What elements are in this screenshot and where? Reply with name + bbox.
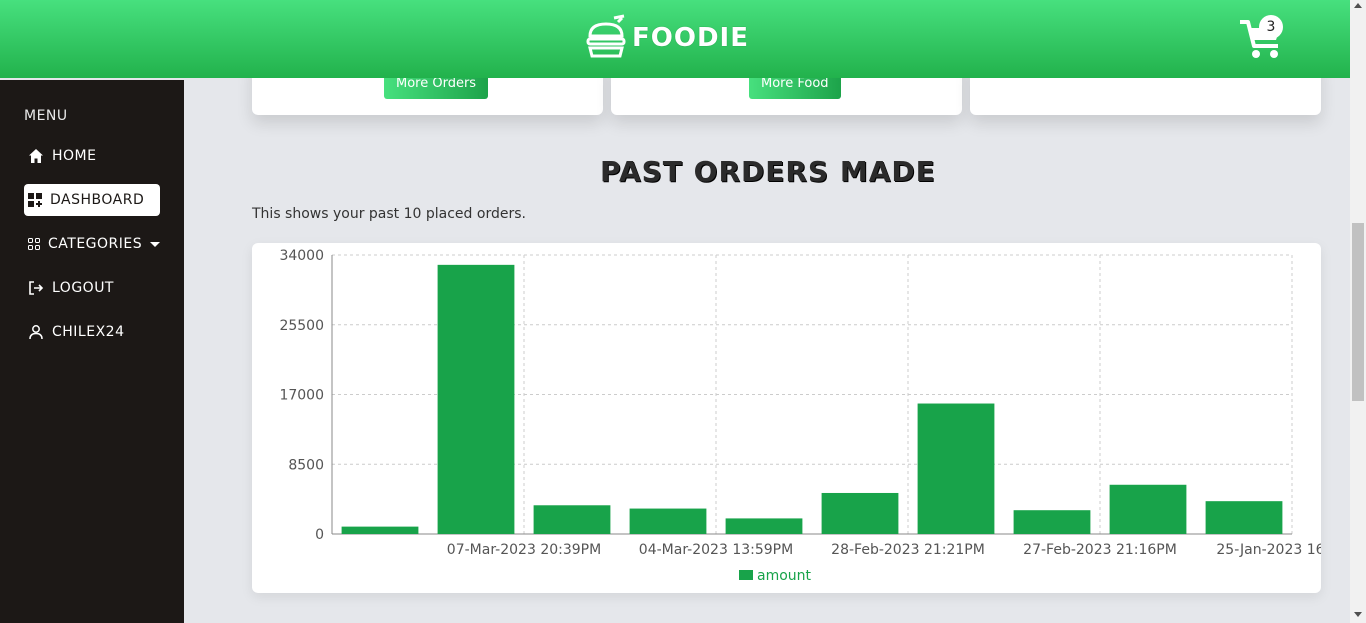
sidebar: MENU HOME DASHBOARD CATEGORIES LOGOUT CH… (0, 80, 184, 623)
y-tick-label: 8500 (288, 457, 324, 473)
bar-chart: 0 8500 17000 25500 34000 07-Mar-2023 20:39PM 0… (279, 248, 1321, 584)
x-tick-label: 07-Mar-2023 20:39PM (447, 542, 601, 558)
sidebar-item-label: HOME (52, 148, 97, 164)
x-tick-label: 27-Feb-2023 21:16PM (1023, 542, 1177, 558)
sidebar-item-label: DASHBOARD (50, 192, 145, 208)
brand-logo[interactable]: FOODIE (584, 14, 749, 62)
sidebar-item-dashboard[interactable]: DASHBOARD (24, 184, 160, 216)
scroll-thumb[interactable] (1352, 223, 1364, 401)
bar (821, 492, 899, 534)
x-tick-label: 04-Mar-2023 13:59PM (639, 542, 793, 558)
section-description: This shows your past 10 placed orders. (252, 206, 526, 222)
chevron-down-icon (150, 241, 161, 247)
scroll-down-icon[interactable] (1354, 612, 1362, 617)
y-tick-label: 34000 (279, 248, 324, 264)
bar (917, 403, 995, 534)
bar (629, 508, 707, 534)
legend-label: amount (757, 568, 812, 584)
user-icon (29, 325, 43, 340)
orders-chart: 0 8500 17000 25500 34000 07-Mar-2023 20:39PM 0… (252, 243, 1321, 593)
bar (533, 505, 611, 534)
cart-button[interactable]: 3 (1238, 15, 1286, 60)
page-title: PAST ORDERS MADE (600, 155, 936, 188)
sidebar-item-user[interactable]: CHILEX24 (24, 316, 132, 348)
x-tick-label: 28-Feb-2023 21:21PM (831, 542, 985, 558)
burger-drink-icon (586, 14, 626, 58)
sidebar-item-label: CATEGORIES (48, 236, 143, 252)
sidebar-item-label: CHILEX24 (52, 324, 125, 340)
sidebar-item-label: LOGOUT (52, 280, 114, 296)
legend-swatch (739, 570, 753, 580)
sidebar-item-home[interactable]: HOME (24, 140, 104, 172)
home-icon (29, 149, 43, 163)
bar (437, 264, 515, 534)
menu-heading: MENU (24, 108, 68, 124)
bar (725, 518, 803, 534)
header: FOODIE 3 (0, 0, 1350, 78)
scrollbar[interactable] (1350, 0, 1366, 623)
sidebar-item-logout[interactable]: LOGOUT (24, 272, 122, 304)
bar (341, 526, 419, 534)
logout-icon (29, 281, 44, 295)
y-tick-label: 17000 (279, 388, 324, 404)
dashboard-icon (28, 193, 42, 207)
y-tick-label: 25500 (279, 318, 324, 334)
bar (1205, 501, 1283, 534)
scroll-up-icon[interactable] (1354, 3, 1362, 8)
x-tick-label: 25-Jan-2023 16:10PM (1216, 542, 1321, 558)
y-tick-label: 0 (315, 527, 324, 543)
cart-count-badge: 3 (1259, 15, 1283, 39)
categories-icon (28, 238, 40, 250)
sidebar-item-categories[interactable]: CATEGORIES (24, 228, 168, 260)
brand-name: FOODIE (632, 23, 749, 53)
bar (1109, 484, 1187, 534)
bar (1013, 510, 1091, 534)
